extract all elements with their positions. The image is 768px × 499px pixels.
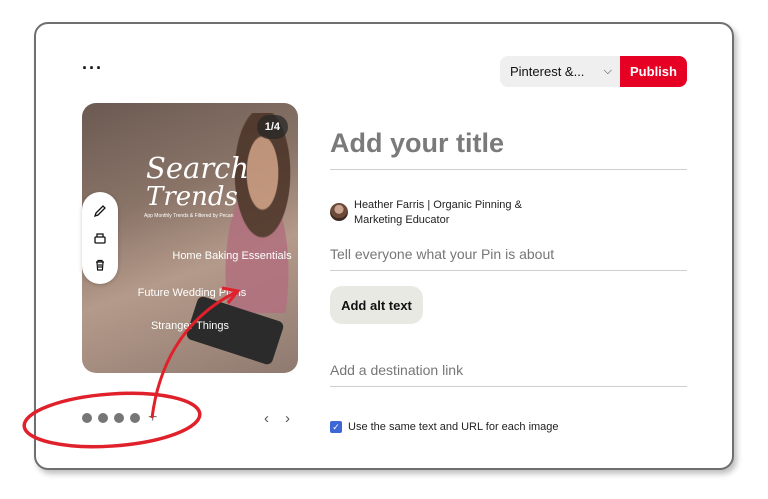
publish-button[interactable]: Publish (620, 56, 687, 87)
image-line-2: Future Wedding Plans (137, 287, 247, 299)
author-name: Heather Farris | Organic Pinning & Marke… (354, 199, 522, 226)
image-line-1: Home Baking Essentials (172, 250, 292, 262)
carousel-dot[interactable] (130, 413, 140, 423)
image-title-line1: Search (146, 151, 250, 185)
pencil-icon[interactable] (91, 202, 109, 220)
same-text-label: Use the same text and URL for each image (348, 421, 559, 433)
add-alt-text-button[interactable]: Add alt text (330, 286, 423, 324)
author-row: Heather Farris | Organic Pinning & Marke… (330, 198, 544, 228)
carousel-dot[interactable] (82, 413, 92, 423)
board-select[interactable]: Pinterest &... ⌵ (500, 56, 620, 87)
carousel-dot[interactable] (98, 413, 108, 423)
image-subtitle: App Monthly Trends & Filtered by Pecan (144, 213, 234, 219)
image-line-3: Stranger Things (150, 320, 230, 332)
prev-image-button[interactable]: ‹ (264, 410, 269, 427)
image-counter: 1/4 (256, 115, 288, 139)
more-options-button[interactable]: ··· (82, 59, 103, 77)
crop-icon[interactable] (91, 229, 109, 247)
same-text-option: ✓ Use the same text and URL for each ima… (330, 421, 559, 433)
destination-link-input[interactable]: Add a destination link (330, 362, 687, 387)
board-select-value: Pinterest &... (510, 64, 585, 79)
image-title-line2: Trends (146, 182, 238, 212)
chevron-down-icon: ⌵ (603, 65, 612, 77)
add-image-button[interactable]: + (148, 410, 157, 426)
trash-icon[interactable] (91, 256, 109, 274)
title-input[interactable]: Add your title (330, 128, 687, 170)
description-input[interactable]: Tell everyone what your Pin is about (330, 246, 687, 271)
carousel-dots: + (82, 410, 157, 426)
next-image-button[interactable]: › (285, 410, 290, 427)
avatar (330, 203, 348, 221)
carousel-dot[interactable] (114, 413, 124, 423)
image-tools (82, 192, 118, 284)
same-text-checkbox[interactable]: ✓ (330, 421, 342, 433)
